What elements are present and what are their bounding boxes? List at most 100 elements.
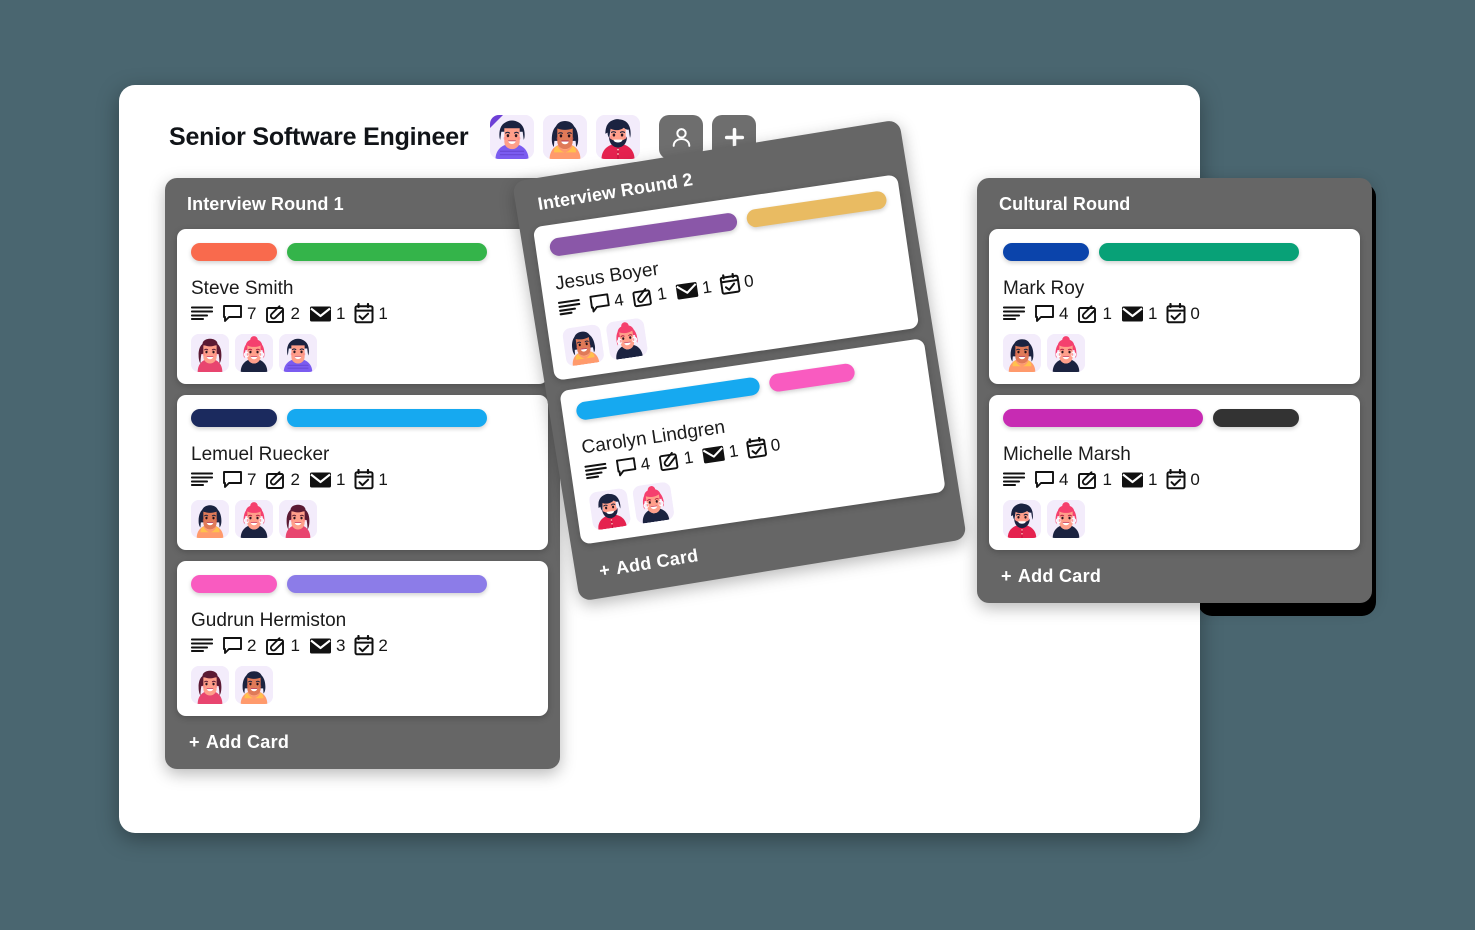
card-michelle-marsh[interactable]: Michelle Marsh 4 1 1 0 <box>989 395 1360 550</box>
envelope-icon <box>702 445 725 463</box>
label-pill[interactable] <box>1003 409 1203 427</box>
card-meta: 4 1 1 0 <box>1003 303 1346 324</box>
avatar-woman-pink-bun[interactable] <box>631 481 675 525</box>
column-interview-round-1: Interview Round 1 Steve Smith 7 2 1 1 Le… <box>165 178 560 769</box>
avatar-woman-orange[interactable] <box>235 666 273 704</box>
attachment-count: 2 <box>265 304 300 324</box>
avatar-woman-darkred-hair[interactable] <box>191 334 229 372</box>
add-card-plus: + <box>189 732 200 752</box>
avatar-woman-orange[interactable] <box>561 323 605 367</box>
description-lines-icon <box>1003 472 1025 487</box>
comment-count: 7 <box>222 304 256 324</box>
card-assignees <box>1003 334 1346 372</box>
avatar-woman-darkred-hair[interactable] <box>279 500 317 538</box>
paperclip-icon <box>1078 304 1097 323</box>
label-pill[interactable] <box>575 376 761 421</box>
avatar-woman-pink-bun[interactable] <box>1047 334 1085 372</box>
mail-count: 1 <box>701 441 740 465</box>
card-title: Mark Roy <box>1003 278 1085 299</box>
meta-value: 4 <box>612 290 625 311</box>
card-assignees <box>191 666 534 704</box>
card-mark-roy[interactable]: Mark Roy 4 1 1 0 <box>989 229 1360 384</box>
card-steve-smith[interactable]: Steve Smith 7 2 1 1 <box>177 229 548 384</box>
description-indicator <box>557 297 582 317</box>
card-meta: 2 1 3 2 <box>191 635 534 656</box>
label-pill[interactable] <box>191 409 277 427</box>
kanban-board: Interview Round 1 Steve Smith 7 2 1 1 Le… <box>0 0 1475 930</box>
comment-bubble-icon <box>589 292 610 312</box>
description-lines-icon <box>191 638 213 653</box>
add-card-plus: + <box>1001 566 1012 586</box>
attachment-count: 1 <box>1077 304 1112 324</box>
label-pill[interactable] <box>768 362 856 393</box>
card-lemuel-ruecker[interactable]: Lemuel Ruecker 7 2 1 1 <box>177 395 548 550</box>
meta-value: 3 <box>335 636 346 655</box>
task-count: 0 <box>1166 303 1200 324</box>
comment-count: 2 <box>222 636 256 656</box>
column-card-list: Jesus Boyer 4 1 1 0 Carolyn Lindgren 4 1… <box>520 170 958 550</box>
column-cultural-round: Cultural Round Mark Roy 4 1 1 0 Michelle… <box>977 178 1372 603</box>
add-card-label: Add Card <box>205 732 290 752</box>
avatar-woman-orange[interactable] <box>191 500 229 538</box>
label-pill[interactable] <box>287 243 487 261</box>
avatar-man-purple-shirt[interactable] <box>279 334 317 372</box>
avatar-woman-pink-bun[interactable] <box>1047 500 1085 538</box>
label-pill[interactable] <box>1099 243 1299 261</box>
description-lines-icon <box>191 472 213 487</box>
meta-value: 4 <box>1059 470 1069 489</box>
mail-count: 1 <box>309 305 345 323</box>
label-pill[interactable] <box>1213 409 1299 427</box>
calendar-check-icon <box>354 303 374 324</box>
meta-value: 1 <box>378 470 388 489</box>
card-labels <box>191 243 534 261</box>
label-pill[interactable] <box>1003 243 1089 261</box>
meta-value: 7 <box>247 304 257 323</box>
label-pill[interactable] <box>191 575 277 593</box>
avatar-woman-pink-bun[interactable] <box>605 317 649 361</box>
card-labels <box>191 575 534 593</box>
meta-value: 1 <box>290 636 300 655</box>
comment-bubble-icon <box>615 456 637 476</box>
task-count: 0 <box>746 434 782 460</box>
label-pill[interactable] <box>287 409 487 427</box>
card-gudrun-hermiston[interactable]: Gudrun Hermiston 2 1 3 2 <box>177 561 548 716</box>
avatar-woman-orange[interactable] <box>1003 334 1041 372</box>
description-lines-icon <box>191 306 213 321</box>
meta-value: 4 <box>1059 304 1069 323</box>
add-card-button[interactable]: + Add Card <box>165 716 560 769</box>
avatar-bearded-man-red[interactable] <box>1003 500 1041 538</box>
comment-bubble-icon <box>1035 304 1054 322</box>
paperclip-icon <box>266 636 285 655</box>
attachment-count: 1 <box>658 447 695 472</box>
task-count: 0 <box>1166 469 1200 490</box>
label-pill[interactable] <box>745 190 888 229</box>
meta-value: 1 <box>700 277 713 298</box>
add-card-button[interactable]: + Add Card <box>977 550 1372 603</box>
task-count: 2 <box>354 635 388 656</box>
description-indicator <box>1003 471 1025 488</box>
card-meta: 7 2 1 1 <box>191 303 534 324</box>
attachment-count: 1 <box>631 283 668 308</box>
label-pill[interactable] <box>191 243 277 261</box>
calendar-check-icon <box>1166 469 1186 490</box>
paperclip-icon <box>266 470 285 489</box>
card-assignees <box>191 334 534 372</box>
comment-count: 4 <box>1034 470 1068 490</box>
meta-value: 1 <box>1102 304 1112 323</box>
attachment-count: 1 <box>265 636 300 656</box>
avatar-bearded-man-red[interactable] <box>588 487 632 531</box>
avatar-woman-pink-bun[interactable] <box>235 334 273 372</box>
mail-count: 1 <box>674 277 713 301</box>
avatar-woman-pink-bun[interactable] <box>235 500 273 538</box>
attachment-count: 1 <box>1077 470 1112 490</box>
card-labels <box>1003 409 1346 427</box>
column-title: Cultural Round <box>999 194 1131 214</box>
mail-count: 1 <box>1121 471 1157 489</box>
label-pill[interactable] <box>287 575 487 593</box>
meta-value: 1 <box>1147 470 1158 489</box>
card-assignees <box>191 500 534 538</box>
avatar-woman-darkred-hair[interactable] <box>191 666 229 704</box>
comment-count: 7 <box>222 470 256 490</box>
meta-value: 2 <box>290 470 300 489</box>
meta-value: 4 <box>639 453 652 475</box>
